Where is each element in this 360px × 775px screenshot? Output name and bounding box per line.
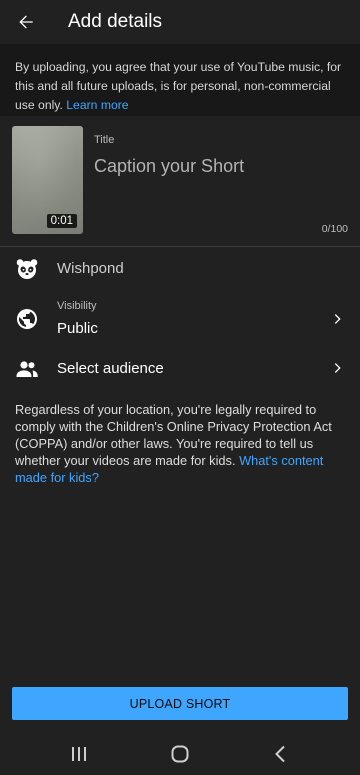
divider <box>0 246 360 247</box>
page-title: Add details <box>68 11 163 32</box>
terms-notice: By uploading, you agree that your use of… <box>0 44 360 116</box>
chevron-right-icon <box>334 314 341 324</box>
character-counter: 0/100 <box>321 223 348 235</box>
visibility-label: Visibility <box>57 300 97 312</box>
visibility-value: Public <box>57 320 98 337</box>
arrow-left-icon <box>19 15 33 29</box>
globe-icon <box>17 309 37 329</box>
caption-input[interactable] <box>94 154 344 178</box>
app-bar: Add details <box>0 0 360 44</box>
system-navigation-bar <box>0 733 360 775</box>
back-nav-icon[interactable] <box>270 743 292 765</box>
select-audience-label: Select audience <box>57 360 164 377</box>
terms-notice-text: By uploading, you agree that your use of… <box>15 60 342 112</box>
chevron-right-icon <box>334 363 341 373</box>
recent-apps-icon[interactable] <box>68 743 90 765</box>
back-button[interactable] <box>12 8 40 36</box>
duration-badge: 0:01 <box>46 214 77 228</box>
video-thumbnail[interactable]: 0:01 <box>12 126 83 234</box>
title-field-label: Title <box>94 134 115 146</box>
visibility-row[interactable]: Visibility Public <box>0 294 360 346</box>
coppa-notice: Regardless of your location, you're lega… <box>15 401 347 486</box>
upload-short-button[interactable]: UPLOAD SHORT <box>12 687 348 720</box>
select-audience-row[interactable]: Select audience <box>0 350 360 388</box>
channel-name: Wishpond <box>57 260 124 277</box>
panda-avatar-icon <box>16 259 38 279</box>
home-icon[interactable] <box>169 743 191 765</box>
people-icon <box>16 361 38 377</box>
learn-more-link[interactable]: Learn more <box>66 98 128 112</box>
